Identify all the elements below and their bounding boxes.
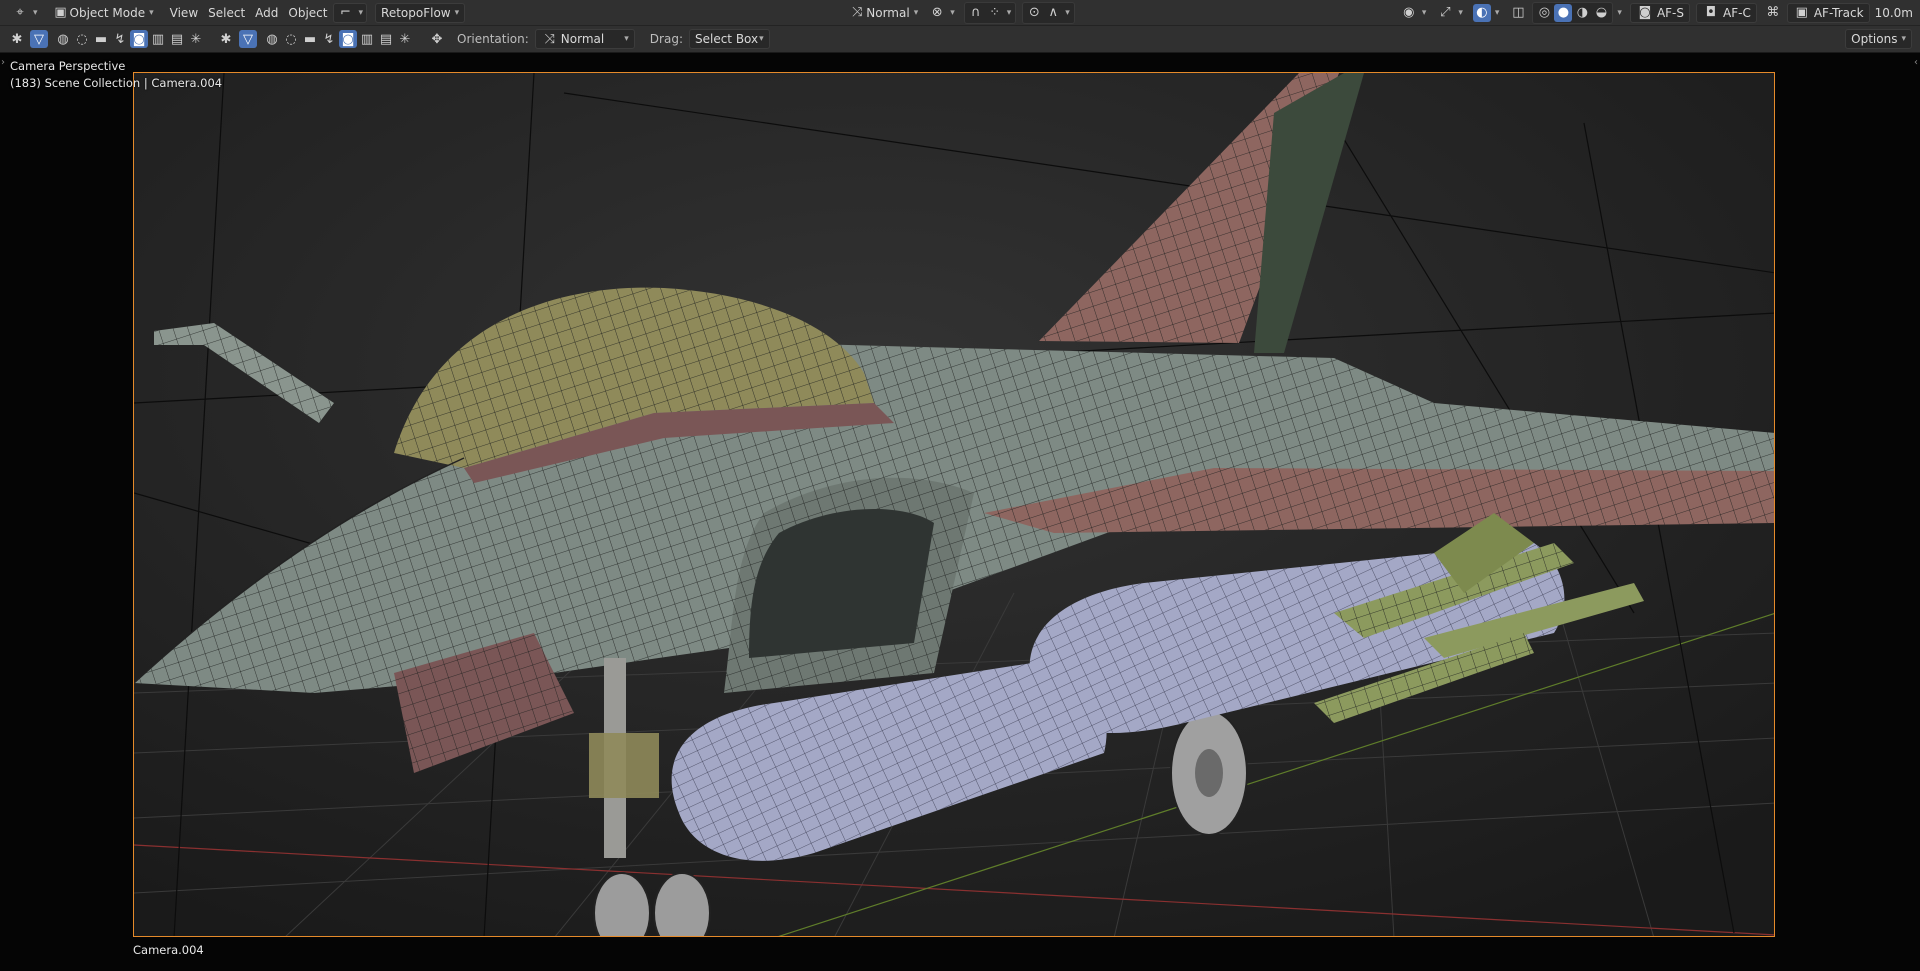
sel-light-icon[interactable]: ✳ (396, 30, 414, 48)
overlays-toggle[interactable]: ◐ ▾ (1468, 3, 1505, 23)
pivot-point-select[interactable]: ⊗ ▾ (923, 3, 960, 23)
sel-armature-icon[interactable]: ↯ (320, 30, 338, 48)
editor-type-button[interactable]: ⌖ ▾ (6, 3, 43, 23)
orientation-select[interactable]: ⤨ Normal ▾ (534, 29, 635, 49)
transform-orientation-select[interactable]: ⤨ Normal ▾ (843, 3, 923, 23)
xray-toggle[interactable]: ◫ (1504, 3, 1532, 23)
filter-folder-icon[interactable]: ▬ (92, 30, 110, 48)
filter-light-icon[interactable]: ✳ (187, 30, 205, 48)
retopoflow-menu[interactable]: RetopoFlow ▾ (375, 2, 466, 23)
sel-folder-icon[interactable]: ▬ (301, 30, 319, 48)
drag-label: Drag: (649, 32, 683, 46)
sel-camera-icon[interactable]: ◙ (339, 30, 357, 48)
falloff-curve-icon[interactable]: ∧ (1044, 4, 1062, 22)
transform-orientation-label: Normal (866, 5, 910, 20)
menu-view[interactable]: View (165, 3, 203, 23)
sidebar-expand-arrow[interactable]: ‹ (1914, 57, 1918, 68)
filter-mesh-icon[interactable]: ◍ (54, 30, 72, 48)
af-s-label: AF-S (1656, 5, 1684, 20)
orientation-normal-icon: ⤨ (544, 31, 555, 47)
gear-icon[interactable]: ✱ (217, 30, 235, 48)
sel-text-icon[interactable]: ▤ (377, 30, 395, 48)
proportional-editing-group: ⊙ ∧ ▾ (1022, 1, 1075, 24)
selection-filter-icon[interactable]: ▽ (30, 30, 48, 48)
gizmo-toggle[interactable]: ⤢ ▾ (1431, 3, 1468, 23)
sel-mesh-icon[interactable]: ◍ (263, 30, 281, 48)
track-camera-icon: ▣ (1795, 5, 1808, 20)
viewport-collection-label: (183) Scene Collection | Camera.004 (10, 76, 223, 90)
retopology-tool-select[interactable]: ⌐ ▾ (332, 2, 368, 23)
overlays-icon: ◐ (1472, 3, 1491, 22)
xray-icon: ◫ (1512, 5, 1525, 20)
sel-chart-icon[interactable]: ▥ (358, 30, 376, 48)
menu-select[interactable]: Select (203, 3, 250, 23)
retopoflow-label: RetopoFlow (381, 5, 451, 20)
viewport-header: ⌖ ▾ ▣ Object Mode ▾ View Select Add Object… (0, 0, 1920, 26)
af-s-button[interactable]: ◙ AF-S (1629, 2, 1690, 23)
af-track-label: AF-Track (1813, 5, 1864, 20)
orientation-label: Orientation: (457, 32, 529, 46)
snap-magnet-icon[interactable]: ∩ (967, 4, 985, 22)
camera-icon: ◙ (1638, 5, 1652, 20)
filter-camera-icon[interactable]: ◙ (130, 30, 148, 48)
editor-type-icon: ⌖ (16, 5, 24, 20)
af-c-label: AF-C (1723, 5, 1751, 20)
proportional-editing-icon[interactable]: ⊙ (1025, 4, 1043, 22)
options-menu[interactable]: Options ▾ (1845, 29, 1912, 49)
filter-text-icon[interactable]: ▤ (168, 30, 186, 48)
3d-viewport[interactable]: › ‹ Camera Perspective (183) Scene Colle… (0, 53, 1920, 971)
filter-chart-icon[interactable]: ▥ (149, 30, 167, 48)
object-visibility-select[interactable]: ◉ ▾ (1395, 3, 1432, 23)
tool-header: ✱ ▽ ◍ ◌ ▬ ↯ ◙ ▥ ▤ ✳ ✱ ▽ ◍ ◌ ▬ ↯ ◙ ▥ ▤ ✳ … (0, 26, 1920, 53)
drag-value: Select Box (694, 32, 759, 46)
viewport-perspective-label: Camera Perspective (10, 59, 126, 73)
toolbar-expand-arrow[interactable]: › (1, 57, 5, 68)
solid-shading-icon[interactable]: ● (1554, 3, 1573, 22)
gizmo-icon: ⤢ (1440, 5, 1451, 20)
shading-mode-group: ◎ ● ◑ ◒ (1532, 1, 1614, 24)
selectable-type-filter-group: ◍ ◌ ▬ ↯ ◙ ▥ ▤ ✳ (263, 30, 414, 48)
rendered-shading-icon[interactable]: ◒ (1592, 4, 1610, 22)
filter-curve-icon[interactable]: ◌ (73, 30, 91, 48)
camera-frame (133, 72, 1775, 937)
tracking-toggle[interactable]: ⌘ (1759, 3, 1787, 23)
orientation-icon: ⤨ (852, 5, 863, 20)
mode-label: Object Mode (69, 5, 146, 20)
af-c-button[interactable]: ◘ AF-C (1696, 2, 1757, 23)
main-landing-gear (1170, 710, 1248, 836)
eye-icon: ◉ (1403, 5, 1415, 20)
drag-select[interactable]: Select Box ▾ (688, 29, 770, 49)
pivot-icon: ⊗ (931, 5, 943, 20)
snap-increment-icon[interactable]: ⁘ (986, 4, 1004, 22)
retopology-icon: ⌐ (340, 5, 351, 20)
object-type-filter-group: ◍ ◌ ▬ ↯ ◙ ▥ ▤ ✳ (54, 30, 205, 48)
object-mode-icon: ▣ (54, 5, 67, 20)
selectable-filter-icon[interactable]: ▽ (239, 30, 257, 48)
material-preview-icon[interactable]: ◑ (1573, 4, 1591, 22)
camera-name-label: Camera.004 (133, 943, 204, 957)
camera-continuous-icon: ◘ (1705, 5, 1717, 20)
shading-options-caret[interactable]: ▾ (1617, 8, 1622, 18)
options-label: Options (1851, 32, 1898, 46)
mode-select[interactable]: ▣ Object Mode ▾ (47, 3, 159, 23)
wireframe-shading-icon[interactable]: ◎ (1535, 4, 1553, 22)
select-tool-settings-icon[interactable]: ✱ (8, 30, 26, 48)
sel-curve-icon[interactable]: ◌ (282, 30, 300, 48)
focus-distance-value[interactable]: 10.0m (1870, 3, 1918, 23)
menu-add[interactable]: Add (250, 3, 283, 23)
tracking-icon: ⌘ (1766, 5, 1780, 20)
af-track-button[interactable]: ▣ AF-Track (1786, 2, 1870, 23)
filter-armature-icon[interactable]: ↯ (111, 30, 129, 48)
move-tool-icon[interactable]: ✥ (428, 30, 446, 48)
scene-render (134, 73, 1774, 936)
orientation-value: Normal (560, 32, 605, 46)
menu-object[interactable]: Object (283, 3, 332, 23)
snapping-group: ∩ ⁘ ▾ (963, 1, 1017, 24)
